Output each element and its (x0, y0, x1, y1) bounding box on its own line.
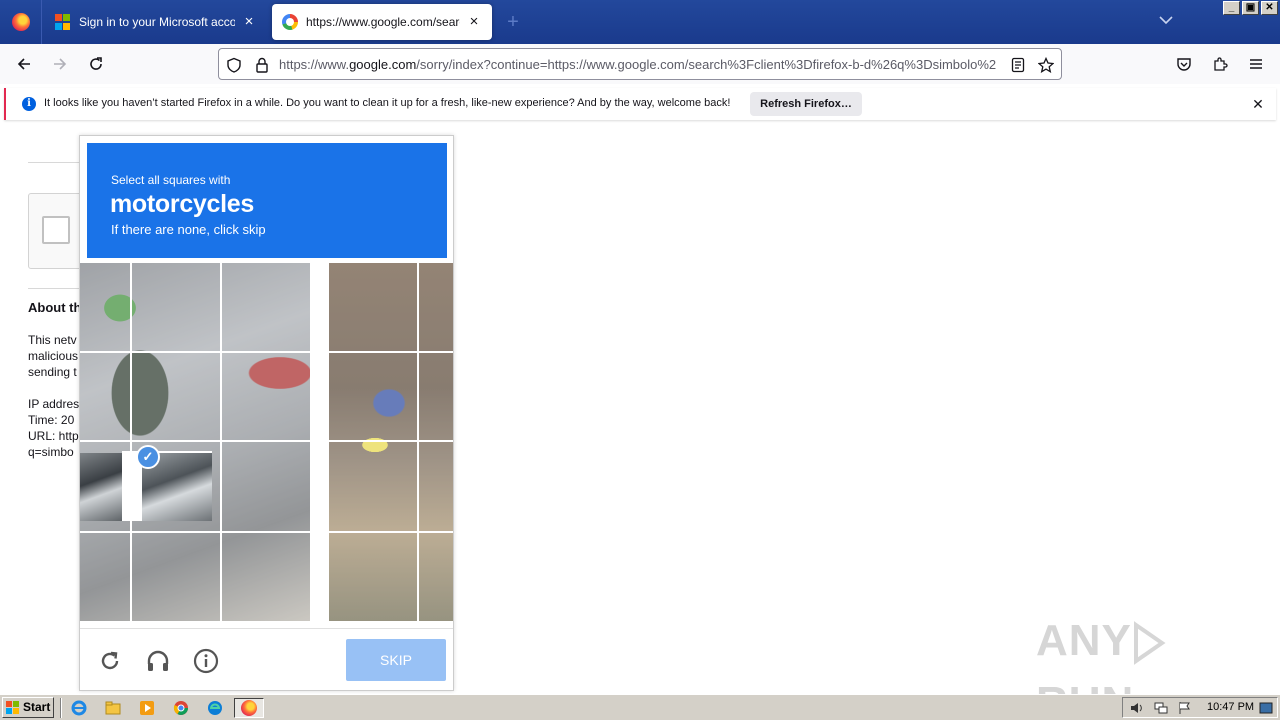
action-center-flag-icon[interactable] (1177, 700, 1193, 716)
tab-title: Sign in to your Microsoft account (79, 15, 235, 29)
captcha-challenge: Select all squares with motorcycles If t… (79, 135, 454, 691)
url-path: /sorry/index?continue=https://www.google… (416, 57, 997, 72)
grid-line (80, 531, 453, 533)
captcha-header: Select all squares with motorcycles If t… (87, 143, 447, 258)
show-desktop-icon[interactable] (1258, 698, 1274, 718)
reload-icon[interactable] (84, 52, 108, 76)
extensions-puzzle-icon[interactable] (1208, 52, 1232, 76)
tab-list-chevron-down-icon[interactable] (1158, 14, 1174, 30)
url-text[interactable]: https://www.google.com/sorry/index?conti… (279, 57, 1004, 72)
network-icon[interactable] (1153, 700, 1169, 716)
page-paragraph-line: malicious (28, 349, 79, 363)
captcha-instruction: Select all squares with (111, 173, 231, 187)
windows-flag-icon (6, 701, 20, 714)
clock[interactable]: 10:47 PM (1207, 701, 1254, 713)
tab-strip: Sign in to your Microsoft account × http… (0, 0, 1280, 44)
page-paragraph-line: Time: 20 (28, 413, 75, 427)
page-paragraph-line: sending t (28, 365, 77, 379)
hamburger-menu-icon[interactable] (1244, 52, 1268, 76)
captcha-image-grid: ✓ (80, 263, 453, 621)
url-bar[interactable]: https://www.google.com/sorry/index?conti… (218, 48, 1062, 80)
skip-button[interactable]: SKIP (346, 639, 446, 681)
pocket-icon[interactable] (1172, 52, 1196, 76)
about-heading: About th (28, 300, 82, 315)
grid-line (220, 263, 222, 621)
media-player-icon[interactable] (136, 698, 158, 718)
page-paragraph-line: q=simbo (28, 445, 74, 459)
restore-button[interactable]: ▣ (1242, 1, 1259, 15)
notification-close-icon[interactable]: ✕ (1250, 96, 1266, 112)
captcha-target: motorcycles (110, 190, 254, 218)
captcha-footer: SKIP (80, 628, 453, 690)
tab-close-icon[interactable]: × (241, 14, 257, 30)
start-button[interactable]: Start (2, 697, 54, 718)
shield-icon[interactable] (225, 56, 243, 74)
tab-title: https://www.google.com/search?c (306, 15, 460, 29)
url-scheme: https://www. (279, 57, 350, 72)
minimize-button[interactable]: _ (1223, 1, 1240, 15)
page-paragraph-line: This netv (28, 333, 77, 347)
reload-challenge-icon[interactable] (96, 647, 124, 675)
system-tray: 10:47 PM (1122, 697, 1278, 718)
grid-line (80, 440, 453, 442)
divider (28, 288, 80, 289)
play-logo-icon (1133, 621, 1166, 666)
edge-icon[interactable] (204, 698, 226, 718)
info-circle-icon[interactable] (192, 647, 220, 675)
info-icon: i (22, 97, 36, 111)
window-controls: _ ▣ ✕ (1223, 1, 1278, 15)
lock-icon[interactable] (253, 56, 271, 74)
tab-microsoft-signin[interactable]: Sign in to your Microsoft account × (45, 4, 267, 40)
reader-view-icon[interactable] (1009, 56, 1027, 74)
forward-arrow-icon[interactable] (48, 52, 72, 76)
grid-line (417, 263, 419, 621)
back-arrow-icon[interactable] (12, 52, 36, 76)
captcha-tiles-overlay[interactable] (80, 263, 453, 621)
explorer-icon[interactable] (102, 698, 124, 718)
taskbar-separator (60, 698, 62, 718)
page-paragraph-line: IP addres (28, 397, 80, 411)
selected-checkmark-icon: ✓ (136, 445, 160, 469)
microsoft-logo-icon (55, 14, 71, 30)
grid-line (130, 263, 132, 621)
captcha-tile[interactable] (80, 453, 122, 521)
tab-google-search[interactable]: https://www.google.com/search?c × (272, 4, 492, 40)
chrome-icon[interactable] (170, 698, 192, 718)
captcha-hint: If there are none, click skip (111, 222, 266, 237)
tab-close-icon[interactable]: × (466, 14, 482, 30)
google-logo-icon (282, 14, 298, 30)
notification-bar: i It looks like you haven’t started Fire… (4, 88, 1276, 120)
bookmark-star-icon[interactable] (1037, 56, 1055, 74)
notification-message: It looks like you haven’t started Firefo… (44, 97, 731, 109)
volume-icon[interactable] (1129, 700, 1145, 716)
navigation-toolbar: https://www.google.com/sorry/index?conti… (0, 44, 1280, 84)
firefox-logo-icon (11, 13, 30, 31)
ie-icon[interactable] (68, 698, 90, 718)
watermark-text: ANY (1036, 616, 1132, 665)
firefox-taskbar-icon[interactable] (234, 698, 264, 718)
refresh-firefox-button[interactable]: Refresh Firefox… (750, 92, 862, 116)
recaptcha-checkbox[interactable] (42, 216, 70, 244)
firefox-icon (241, 700, 257, 716)
windows-taskbar: Start 10:47 PM (0, 694, 1280, 720)
grid-line (80, 351, 453, 353)
close-window-button[interactable]: ✕ (1261, 1, 1278, 15)
audio-challenge-headphones-icon[interactable] (144, 647, 172, 675)
divider (28, 162, 80, 163)
page-paragraph-line: URL: http (28, 429, 79, 443)
anyrun-watermark: ANYRUN (1036, 610, 1236, 720)
new-tab-plus-icon[interactable]: + (503, 12, 523, 32)
start-label: Start (23, 700, 51, 714)
firefox-view-button[interactable] (0, 0, 42, 44)
url-host: google.com (349, 57, 417, 72)
